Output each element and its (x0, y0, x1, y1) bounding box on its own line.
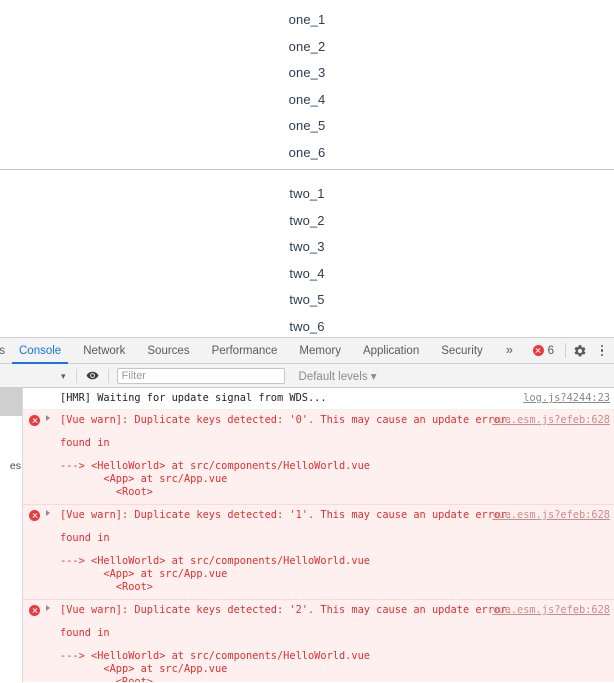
tab-overflow-chevron-icon[interactable]: » (494, 338, 525, 364)
error-circle-icon (532, 345, 544, 356)
console-message-text: [Vue warn]: Duplicate keys detected: '0'… (60, 414, 513, 426)
kebab-dot (600, 349, 604, 352)
console-message-subline: found in (60, 437, 110, 449)
devtools-tabbar: s Console Network Sources Performance Me… (0, 338, 614, 364)
console-message-subline: <App> at src/App.vue (60, 473, 228, 485)
console-message-main: [Vue warn]: Duplicate keys detected: '1'… (23, 509, 614, 522)
filter-input[interactable] (116, 367, 285, 384)
filterbar-divider (75, 368, 77, 383)
console-sidebar[interactable]: es (0, 388, 23, 682)
console-message-subline: <App> at src/App.vue (60, 663, 228, 675)
list-item: two_4 (289, 265, 325, 281)
expand-triangle-icon[interactable] (46, 415, 50, 421)
list-item: two_1 (289, 186, 325, 201)
gear-icon[interactable] (573, 344, 587, 358)
console-source-link[interactable]: vue.esm.js?efeb:628 (492, 604, 610, 617)
list-item: one_5 (288, 118, 326, 133)
more-options-icon[interactable] (595, 344, 609, 357)
tab-performance[interactable]: Performance (201, 338, 289, 364)
list-item: two_5 (289, 292, 325, 307)
error-count-label: 6 (547, 344, 554, 357)
console-message-subline: ---> <HelloWorld> at src/components/Hell… (60, 650, 370, 662)
tab-elements[interactable]: s (0, 338, 8, 364)
page-viewport: one_1 one_2 one_3 one_4 one_5 one_6 two_… (0, 0, 614, 337)
console-message-subline: <Root> (60, 676, 153, 682)
list-item: two_2 (289, 212, 325, 228)
console-message-text: [HMR] Waiting for update signal from WDS… (60, 392, 327, 404)
tab-memory[interactable]: Memory (288, 338, 352, 364)
console-message-main: [HMR] Waiting for update signal from WDS… (23, 392, 614, 405)
console-message-row[interactable]: [Vue warn]: Duplicate keys detected: '1'… (23, 505, 614, 600)
log-level-selector[interactable]: Default levels ▾ (299, 369, 377, 383)
list-item: two_6 (289, 318, 325, 334)
filterbar-divider (107, 368, 109, 383)
tab-application[interactable]: Application (352, 338, 430, 364)
tab-security[interactable]: Security (430, 338, 494, 364)
expand-triangle-icon[interactable] (46, 510, 50, 516)
context-selector-chevron-down-icon[interactable]: ▾ (55, 364, 72, 388)
console-message-main: [Vue warn]: Duplicate keys detected: '2'… (23, 604, 614, 617)
devtools-panel: s Console Network Sources Performance Me… (0, 337, 614, 683)
list-item: one_6 (288, 144, 326, 160)
console-message-row[interactable]: [Vue warn]: Duplicate keys detected: '2'… (23, 600, 614, 682)
error-circle-icon (29, 510, 40, 521)
console-message-main: [Vue warn]: Duplicate keys detected: '0'… (23, 414, 614, 427)
list-item: two_3 (289, 239, 325, 254)
console-message-row[interactable]: [Vue warn]: Duplicate keys detected: '0'… (23, 410, 614, 505)
list-item: one_4 (288, 91, 326, 107)
console-message-subline: <Root> (60, 486, 153, 498)
console-sidebar-label: es (9, 460, 21, 472)
console-message-subline: ---> <HelloWorld> at src/components/Hell… (60, 460, 370, 472)
console-message-list: [HMR] Waiting for update signal from WDS… (23, 388, 614, 682)
console-source-link[interactable]: vue.esm.js?efeb:628 (492, 509, 610, 522)
tab-network[interactable]: Network (72, 338, 136, 364)
list-item: one_2 (288, 38, 326, 54)
error-circle-icon (29, 415, 40, 426)
expand-triangle-icon[interactable] (46, 605, 50, 611)
console-message-subline: found in (60, 627, 110, 639)
list-group-two: two_1 two_2 two_3 two_4 two_5 two_6 (0, 170, 614, 337)
console-message-text: [Vue warn]: Duplicate keys detected: '1'… (60, 509, 513, 521)
console-message-subline: ---> <HelloWorld> at src/components/Hell… (60, 555, 370, 567)
console-sidebar-header (0, 388, 22, 416)
list-item: one_3 (288, 65, 326, 80)
list-item: one_1 (288, 12, 326, 27)
tab-console[interactable]: Console (8, 338, 72, 364)
console-source-link[interactable]: vue.esm.js?efeb:628 (492, 414, 610, 427)
console-message-text: [Vue warn]: Duplicate keys detected: '2'… (60, 604, 513, 616)
console-source-link[interactable]: log.js?4244:23 (523, 392, 610, 405)
console-message-subline: found in (60, 532, 110, 544)
error-circle-icon (29, 605, 40, 616)
kebab-dot (600, 344, 604, 348)
console-message-row[interactable]: [HMR] Waiting for update signal from WDS… (23, 388, 614, 410)
list-group-one: one_1 one_2 one_3 one_4 one_5 one_6 (0, 0, 614, 166)
screenshot-root: one_1 one_2 one_3 one_4 one_5 one_6 two_… (0, 0, 614, 683)
live-expression-eye-icon[interactable] (81, 369, 104, 382)
console-body: es [HMR] Waiting for update signal from … (0, 388, 614, 682)
kebab-dot (600, 353, 604, 357)
error-count-badge[interactable]: 6 (532, 344, 554, 357)
toolbar-divider (565, 343, 566, 358)
console-message-subline: <App> at src/App.vue (60, 568, 228, 580)
console-filter-toolbar: ▾ Default levels ▾ (0, 364, 614, 388)
filterbar-left-pad (0, 364, 55, 387)
tab-sources[interactable]: Sources (136, 338, 200, 364)
console-message-subline: <Root> (60, 581, 153, 593)
